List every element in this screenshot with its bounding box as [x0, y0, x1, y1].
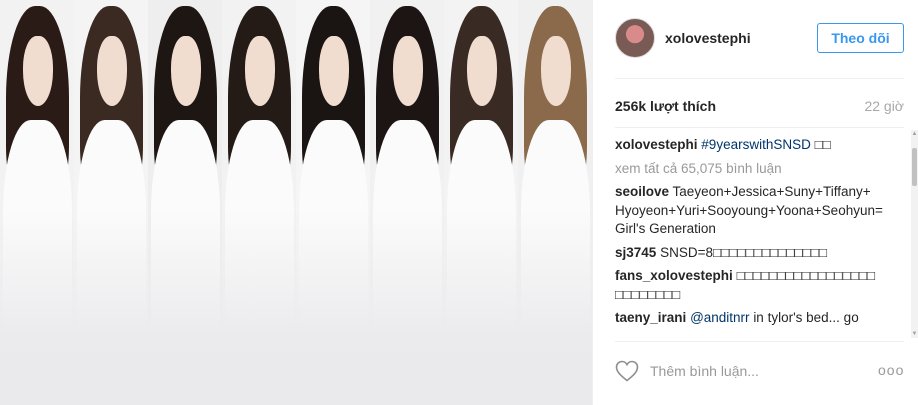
likes-count[interactable]: 256k lượt thích: [615, 98, 716, 114]
view-all-comments-link[interactable]: xem tất cả 65,075 bình luận: [615, 160, 890, 179]
comment-text: in tylor's bed... go: [753, 310, 859, 325]
divider: [615, 127, 904, 128]
scroll-up-arrow-icon[interactable]: ▲: [911, 130, 918, 138]
comment-text: SNSD=8□□□□□□□□□□□□□□: [660, 244, 828, 260]
caption-hashtag[interactable]: #9yearswithSNSD: [701, 137, 811, 152]
caption-emoji: □□: [814, 137, 831, 152]
member-portrait: [0, 0, 75, 330]
add-comment-input[interactable]: [650, 362, 850, 380]
comment-username[interactable]: fans_xolovestephi: [615, 268, 733, 283]
post-side-panel: xolovestephi Theo dõi 256k lượt thích 22…: [593, 0, 918, 405]
caption-username[interactable]: xolovestephi: [615, 137, 698, 152]
comment-item: seoilove Taeyeon+Jessica+Suny+Tiffany+ H…: [615, 183, 890, 239]
post-photo[interactable]: [0, 0, 592, 405]
member-portrait: [518, 0, 592, 330]
member-portrait: [370, 0, 445, 330]
caption: xolovestephi #9yearswithSNSD □□: [615, 136, 890, 155]
member-portrait: [444, 0, 519, 330]
comment-item: taeny_irani @anditnrr in tylor's bed... …: [615, 309, 890, 328]
post-timestamp[interactable]: 22 giờ: [864, 98, 904, 114]
profile-avatar[interactable]: [615, 18, 655, 58]
comment-username[interactable]: taeny_irani: [615, 310, 686, 325]
post-header: xolovestephi Theo dõi: [593, 0, 918, 78]
heart-outline-icon[interactable]: [615, 360, 639, 382]
comment-item: sj3745 SNSD=8□□□□□□□□□□□□□□: [615, 244, 890, 263]
scroll-down-arrow-icon[interactable]: ▼: [911, 330, 918, 338]
divider: [615, 78, 904, 79]
comment-username[interactable]: sj3745: [615, 245, 656, 260]
follow-button[interactable]: Theo dõi: [817, 23, 904, 53]
scrollbar-thumb[interactable]: [912, 148, 917, 186]
member-portrait: [296, 0, 371, 330]
member-portrait: [148, 0, 223, 330]
more-options-button[interactable]: ooo: [878, 362, 904, 378]
comment-mention[interactable]: @anditnrr: [690, 310, 749, 325]
header-username[interactable]: xolovestephi: [665, 30, 751, 46]
comment-username[interactable]: seoilove: [615, 184, 669, 199]
comment-item: fans_xolovestephi □□□□□□□□□□□□□□□□□ □□□□…: [615, 267, 890, 304]
comments-list: xolovestephi #9yearswithSNSD □□ xem tất …: [615, 136, 890, 336]
divider: [615, 341, 904, 342]
member-portrait: [74, 0, 149, 330]
member-portrait: [222, 0, 297, 330]
